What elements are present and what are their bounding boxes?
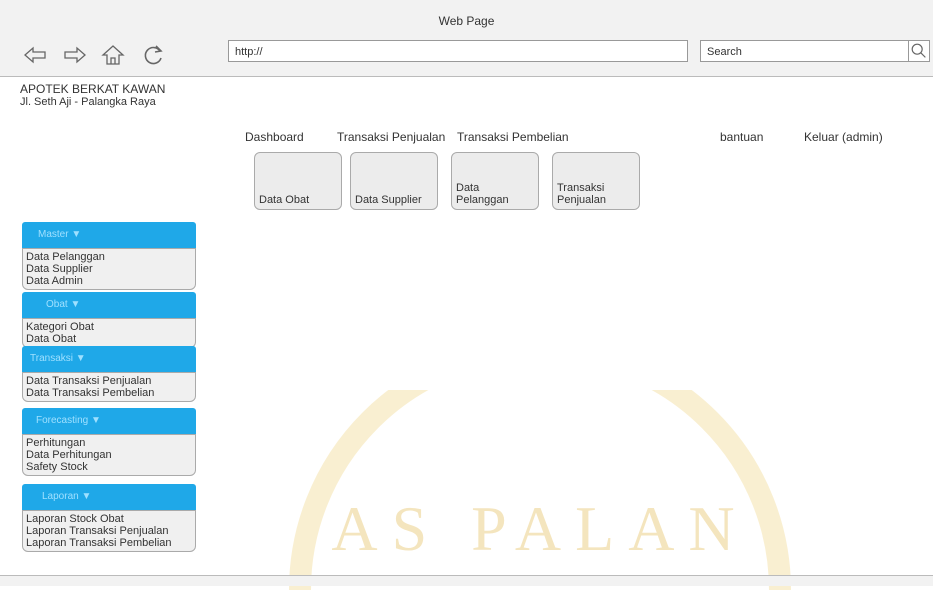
sidebar-header-obat[interactable]: Obat ▼ xyxy=(22,292,196,318)
browser-toolbar: http:// Search xyxy=(0,36,933,77)
sidebar-group-forecasting: Forecasting ▼ Perhitungan Data Perhitung… xyxy=(22,408,196,476)
sidebar-header-forecasting[interactable]: Forecasting ▼ xyxy=(22,408,196,434)
window-title: Web Page xyxy=(438,14,495,28)
sidebar-body-laporan: Laporan Stock Obat Laporan Transaksi Pen… xyxy=(22,510,196,552)
university-watermark: AS PALAN xyxy=(289,390,791,590)
sidebar-item-laporan-transaksi-penjualan[interactable]: Laporan Transaksi Penjualan xyxy=(26,525,192,537)
sidebar-item-data-supplier[interactable]: Data Supplier xyxy=(26,263,192,275)
nav-transaksi-pembelian[interactable]: Transaksi Pembelian xyxy=(457,130,569,144)
nav-bantuan[interactable]: bantuan xyxy=(720,130,763,144)
sidebar-item-data-admin[interactable]: Data Admin xyxy=(26,275,192,287)
tile-transaksi-penjualan[interactable]: Transaksi Penjualan xyxy=(552,152,640,210)
sidebar-item-laporan-stock-obat[interactable]: Laporan Stock Obat xyxy=(26,513,192,525)
tile-label: Data Obat xyxy=(259,194,310,206)
sidebar-item-kategori-obat[interactable]: Kategori Obat xyxy=(26,321,192,333)
forward-arrow-icon[interactable] xyxy=(62,42,88,68)
brand-block: APOTEK BERKAT KAWAN Jl. Seth Aji - Palan… xyxy=(20,83,165,109)
sidebar-item-perhitungan[interactable]: Perhitungan xyxy=(26,437,192,449)
sidebar-body-transaksi: Data Transaksi Penjualan Data Transaksi … xyxy=(22,372,196,402)
window-titlebar: Web Page xyxy=(0,0,933,37)
tile-label: Data Supplier xyxy=(355,194,422,206)
status-bar xyxy=(0,575,933,586)
home-icon[interactable] xyxy=(100,42,126,68)
nav-keluar[interactable]: Keluar (admin) xyxy=(804,130,883,144)
tile-label: Transaksi Penjualan xyxy=(557,182,606,206)
sidebar-item-data-perhitungan[interactable]: Data Perhitungan xyxy=(26,449,192,461)
sidebar-header-master[interactable]: Master ▼ xyxy=(22,222,196,248)
sidebar-body-obat: Kategori Obat Data Obat xyxy=(22,318,196,348)
sidebar-item-laporan-transaksi-pembelian[interactable]: Laporan Transaksi Pembelian xyxy=(26,537,192,549)
nav-dashboard[interactable]: Dashboard xyxy=(245,130,304,144)
watermark-text: AS PALAN xyxy=(331,493,748,564)
sidebar-group-master: Master ▼ Data Pelanggan Data Supplier Da… xyxy=(22,222,196,290)
sidebar-item-safety-stock[interactable]: Safety Stock xyxy=(26,461,192,473)
url-input[interactable]: http:// xyxy=(228,40,688,62)
sidebar-item-data-transaksi-pembelian[interactable]: Data Transaksi Pembelian xyxy=(26,387,192,399)
tile-data-pelanggan[interactable]: Data Pelanggan xyxy=(451,152,539,210)
tile-data-obat[interactable]: Data Obat xyxy=(254,152,342,210)
search-input[interactable]: Search xyxy=(700,40,912,62)
sidebar-item-data-transaksi-penjualan[interactable]: Data Transaksi Penjualan xyxy=(26,375,192,387)
tile-label: Data Pelanggan xyxy=(456,182,509,206)
search-icon[interactable] xyxy=(908,40,930,62)
brand-name: APOTEK BERKAT KAWAN xyxy=(20,82,166,96)
brand-address: Jl. Seth Aji - Palangka Raya xyxy=(20,96,156,108)
sidebar-header-transaksi[interactable]: Transaksi ▼ xyxy=(22,346,196,372)
back-arrow-icon[interactable] xyxy=(22,42,48,68)
sidebar-item-data-pelanggan[interactable]: Data Pelanggan xyxy=(26,251,192,263)
sidebar-body-master: Data Pelanggan Data Supplier Data Admin xyxy=(22,248,196,290)
reload-icon[interactable] xyxy=(140,42,166,68)
sidebar-item-data-obat[interactable]: Data Obat xyxy=(26,333,192,345)
sidebar-group-laporan: Laporan ▼ Laporan Stock Obat Laporan Tra… xyxy=(22,484,196,552)
tile-data-supplier[interactable]: Data Supplier xyxy=(350,152,438,210)
sidebar-group-transaksi: Transaksi ▼ Data Transaksi Penjualan Dat… xyxy=(22,346,196,402)
sidebar-body-forecasting: Perhitungan Data Perhitungan Safety Stoc… xyxy=(22,434,196,476)
sidebar-group-obat: Obat ▼ Kategori Obat Data Obat xyxy=(22,292,196,348)
sidebar-header-laporan[interactable]: Laporan ▼ xyxy=(22,484,196,510)
nav-transaksi-penjualan[interactable]: Transaksi Penjualan xyxy=(337,130,445,144)
